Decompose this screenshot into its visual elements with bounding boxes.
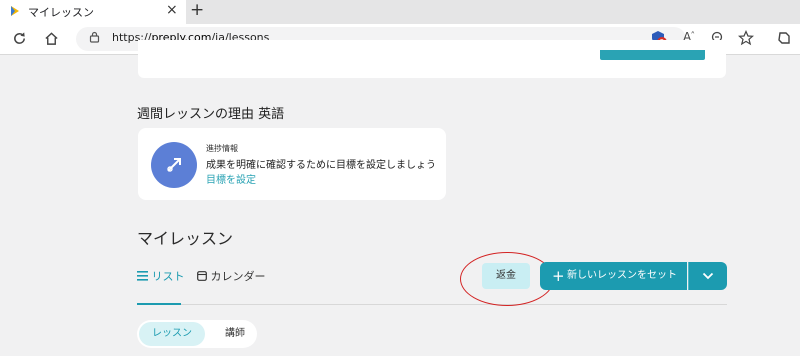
plus-icon: + xyxy=(552,267,565,285)
list-icon xyxy=(137,271,148,281)
schedule-new-lesson-button[interactable]: + 新しいレッスンをセット xyxy=(540,262,687,290)
goal-card: 進捗情報 成果を明確に確認するために目標を設定しましょう 目標を設定 xyxy=(138,128,446,200)
chevron-down-icon xyxy=(702,272,714,280)
tab-calendar-label: カレンダー xyxy=(210,270,266,283)
browser-tab[interactable]: マイレッスン × xyxy=(0,0,186,24)
calendar-icon xyxy=(197,271,207,281)
new-lesson-dropdown-button[interactable] xyxy=(688,262,727,290)
tab-close-icon[interactable]: × xyxy=(166,2,178,18)
goal-avatar xyxy=(151,142,197,188)
filter-lessons[interactable]: レッスン xyxy=(139,322,205,346)
browser-tab-bar: マイレッスン × + xyxy=(0,0,800,24)
tab-list[interactable]: リスト xyxy=(137,268,185,284)
upcoming-lesson-card xyxy=(138,40,726,78)
tab-list-label: リスト xyxy=(151,270,185,283)
filter-tutors[interactable]: 講師 xyxy=(217,322,253,346)
preply-favicon-icon xyxy=(11,6,19,16)
favorites-add-icon[interactable] xyxy=(738,30,754,46)
copilot-icon[interactable] xyxy=(776,30,792,46)
set-goal-link[interactable]: 目標を設定 xyxy=(206,171,256,186)
filter-pills: レッスン 講師 xyxy=(137,320,257,348)
new-lesson-label: 新しいレッスンをセット xyxy=(567,270,677,281)
tabs-divider xyxy=(137,304,727,305)
home-icon[interactable] xyxy=(44,31,59,46)
join-lesson-button[interactable] xyxy=(600,50,705,60)
tab-title: マイレッスン xyxy=(28,6,94,19)
target-arrow-icon xyxy=(167,158,181,172)
weekly-reason-heading: 週間レッスンの理由 英語 xyxy=(137,107,285,122)
reload-icon[interactable] xyxy=(12,31,27,46)
new-tab-icon[interactable]: + xyxy=(190,0,204,20)
site-info-icon[interactable] xyxy=(89,31,100,43)
my-lessons-heading: マイレッスン xyxy=(137,229,234,248)
goal-description: 成果を明確に確認するために目標を設定しましょう xyxy=(206,160,436,171)
goal-label: 進捗情報 xyxy=(206,144,238,153)
active-tab-indicator xyxy=(137,303,181,305)
tab-calendar[interactable]: カレンダー xyxy=(197,268,266,284)
